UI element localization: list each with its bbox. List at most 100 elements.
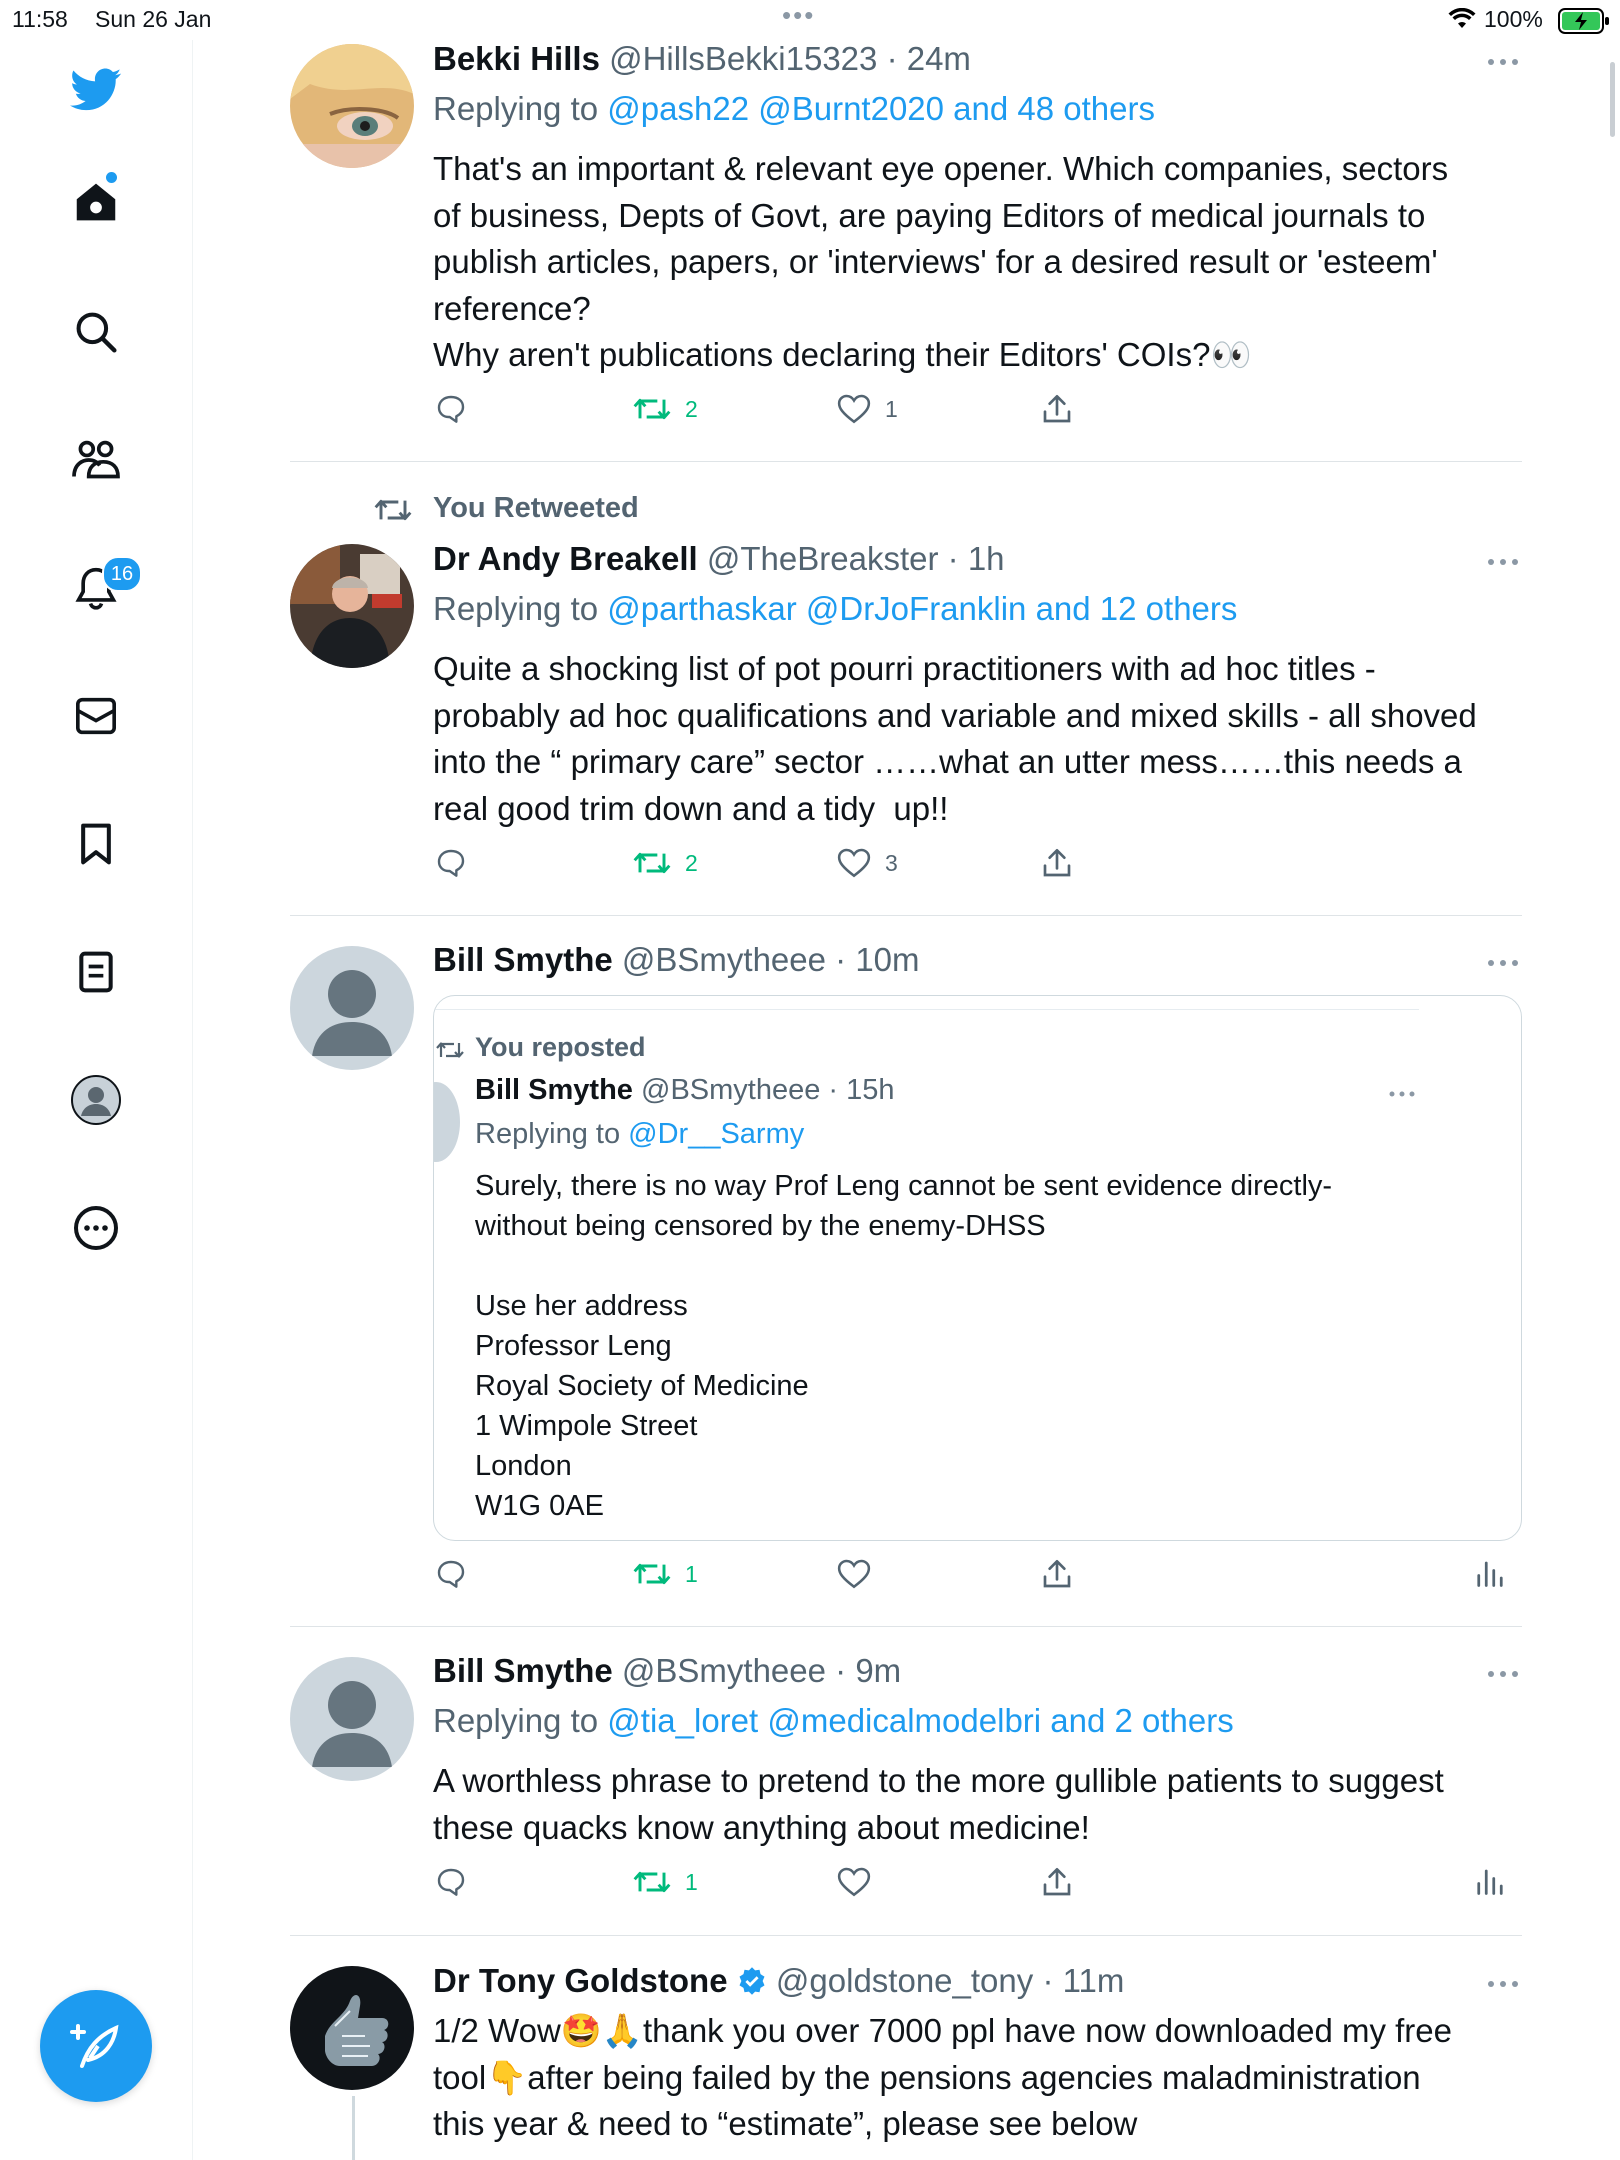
tweet-text: That's an important & relevant eye opene… (433, 150, 1449, 373)
share-button[interactable] (1041, 1558, 1073, 1590)
avatar-tony-goldstone[interactable] (290, 1966, 414, 2090)
display-name[interactable]: Dr Tony Goldstone (433, 1962, 728, 1999)
avatar-andy-breakell[interactable] (290, 544, 414, 668)
retweet-button[interactable]: 2 (633, 847, 698, 879)
user-handle[interactable]: @BSmytheee (622, 941, 826, 978)
analytics-icon (1477, 1869, 1503, 1895)
like-button[interactable]: 1 (837, 393, 898, 425)
tweet-time[interactable]: · 24m (887, 40, 971, 77)
lists-icon[interactable] (70, 946, 122, 998)
like-button[interactable] (837, 1866, 871, 1898)
retweet-button[interactable]: 2 (633, 393, 698, 425)
display-name[interactable]: Bekki Hills (433, 40, 600, 77)
profile-avatar-icon[interactable] (70, 1074, 122, 1126)
tweet-actions: 1 (433, 1866, 1523, 1906)
home-icon[interactable] (70, 176, 122, 228)
tweet-more-icon[interactable] (1485, 956, 1521, 968)
like-button[interactable] (837, 1558, 871, 1590)
status-bar: 11:58 Sun 26 Jan ••• 100% (0, 0, 1620, 40)
search-icon[interactable] (70, 306, 122, 358)
like-button[interactable]: 3 (837, 847, 898, 879)
user-handle[interactable]: @BSmytheee (622, 1652, 826, 1689)
notifications-badge: 16 (102, 556, 142, 592)
reply-icon (437, 849, 465, 877)
user-handle[interactable]: @goldstone_tony (776, 1962, 1033, 1999)
quoted-display-name[interactable]: Bill Smythe (475, 1074, 633, 1106)
reply-icon (437, 1868, 465, 1896)
tweet-text: A worthless phrase to pretend to the mor… (433, 1762, 1444, 1846)
analytics-button[interactable] (1475, 1558, 1505, 1588)
avatar-bill-smythe[interactable] (290, 946, 414, 1070)
reply-button[interactable] (435, 1558, 467, 1590)
more-options-icon[interactable] (70, 1202, 122, 1254)
quoted-tweet-text: Surely, there is no way Prof Leng cannot… (475, 1170, 1333, 1522)
retweet-count: 1 (685, 1868, 698, 1895)
scrollbar[interactable] (1610, 62, 1615, 137)
retweet-icon (633, 1563, 671, 1585)
battery-percent: 100% (1484, 6, 1543, 32)
retweet-count: 1 (685, 1560, 698, 1587)
tweet-time[interactable]: · 11m (1042, 1962, 1124, 1999)
messages-icon[interactable] (70, 690, 122, 742)
tweet-time[interactable]: · 10m (835, 941, 919, 978)
share-button[interactable] (1041, 393, 1073, 425)
reply-button[interactable] (435, 847, 467, 879)
home-unread-dot (106, 172, 117, 183)
share-button[interactable] (1041, 1866, 1073, 1898)
communities-icon[interactable] (70, 434, 122, 486)
replying-to: Replying to @parthaskar @DrJoFranklin an… (433, 590, 1237, 628)
quoted-replying-links[interactable]: @Dr__Sarmy (628, 1118, 804, 1150)
battery-charging-icon (1558, 8, 1610, 40)
tweet-header: Bill Smythe @BSmytheee · 10m (433, 941, 920, 979)
replying-links[interactable]: @tia_loret @medicalmodelbri and 2 others (607, 1702, 1233, 1739)
compose-tweet-button[interactable] (40, 1990, 152, 2102)
reply-button[interactable] (435, 393, 467, 425)
display-name[interactable]: Bill Smythe (433, 941, 613, 978)
tweet-divider (290, 915, 1522, 916)
analytics-icon (1477, 1561, 1503, 1587)
status-date: Sun 26 Jan (95, 6, 212, 32)
display-name[interactable]: Dr Andy Breakell (433, 540, 698, 577)
twitter-bird-icon[interactable] (70, 64, 122, 116)
quoted-more-icon[interactable] (1387, 1086, 1417, 1104)
multitasking-dots-icon[interactable]: ••• (782, 0, 815, 31)
tweet-more-icon[interactable] (1485, 1977, 1521, 1989)
avatar-bill-smythe[interactable] (290, 1657, 414, 1781)
replying-links[interactable]: @parthaskar @DrJoFranklin and 12 others (607, 590, 1237, 627)
reposted-icon (436, 1038, 464, 1067)
user-handle[interactable]: @HillsBekki15323 (609, 40, 877, 77)
quoted-handle[interactable]: @BSmytheee (641, 1074, 820, 1106)
retweet-count: 2 (685, 395, 698, 422)
tweet-more-icon[interactable] (1485, 1667, 1521, 1679)
like-count: 1 (885, 395, 898, 422)
tweet-more-icon[interactable] (1485, 555, 1521, 567)
you-retweeted-label: You Retweeted (433, 492, 639, 524)
share-icon (1043, 1560, 1071, 1588)
heart-icon (837, 848, 871, 878)
quoted-header: Bill Smythe @BSmytheee · 15h (475, 1074, 895, 1107)
quoted-tweet-card[interactable]: You reposted Bill Smythe @BSmytheee · 15… (433, 995, 1522, 1541)
retweet-icon (633, 1871, 671, 1893)
heart-icon (837, 1559, 871, 1589)
tweet-divider (290, 1935, 1522, 1936)
tweet-more-icon[interactable] (1485, 55, 1521, 67)
retweet-button[interactable]: 1 (633, 1558, 698, 1590)
tweet-text: 1/2 Wow🤩🙏thank you over 7000 ppl have no… (433, 2012, 1452, 2142)
tweet-time[interactable]: · 9m (835, 1652, 901, 1689)
user-handle[interactable]: @TheBreakster (707, 540, 939, 577)
retweeted-icon (374, 494, 412, 531)
avatar-bekki-hills[interactable] (290, 44, 414, 168)
tweet-header: Bekki Hills @HillsBekki15323 · 24m (433, 40, 971, 78)
thread-connector-line (352, 2096, 355, 2160)
analytics-button[interactable] (1475, 1866, 1505, 1896)
reply-button[interactable] (435, 1866, 467, 1898)
replying-prefix: Replying to (433, 90, 599, 127)
tweet-actions: 1 (433, 1558, 1523, 1598)
reply-icon (437, 395, 465, 423)
share-button[interactable] (1041, 847, 1073, 879)
tweet-time[interactable]: · 1h (948, 540, 1005, 577)
replying-links[interactable]: @pash22 @Burnt2020 and 48 others (607, 90, 1155, 127)
bookmarks-icon[interactable] (70, 818, 122, 870)
retweet-button[interactable]: 1 (633, 1866, 698, 1898)
display-name[interactable]: Bill Smythe (433, 1652, 613, 1689)
